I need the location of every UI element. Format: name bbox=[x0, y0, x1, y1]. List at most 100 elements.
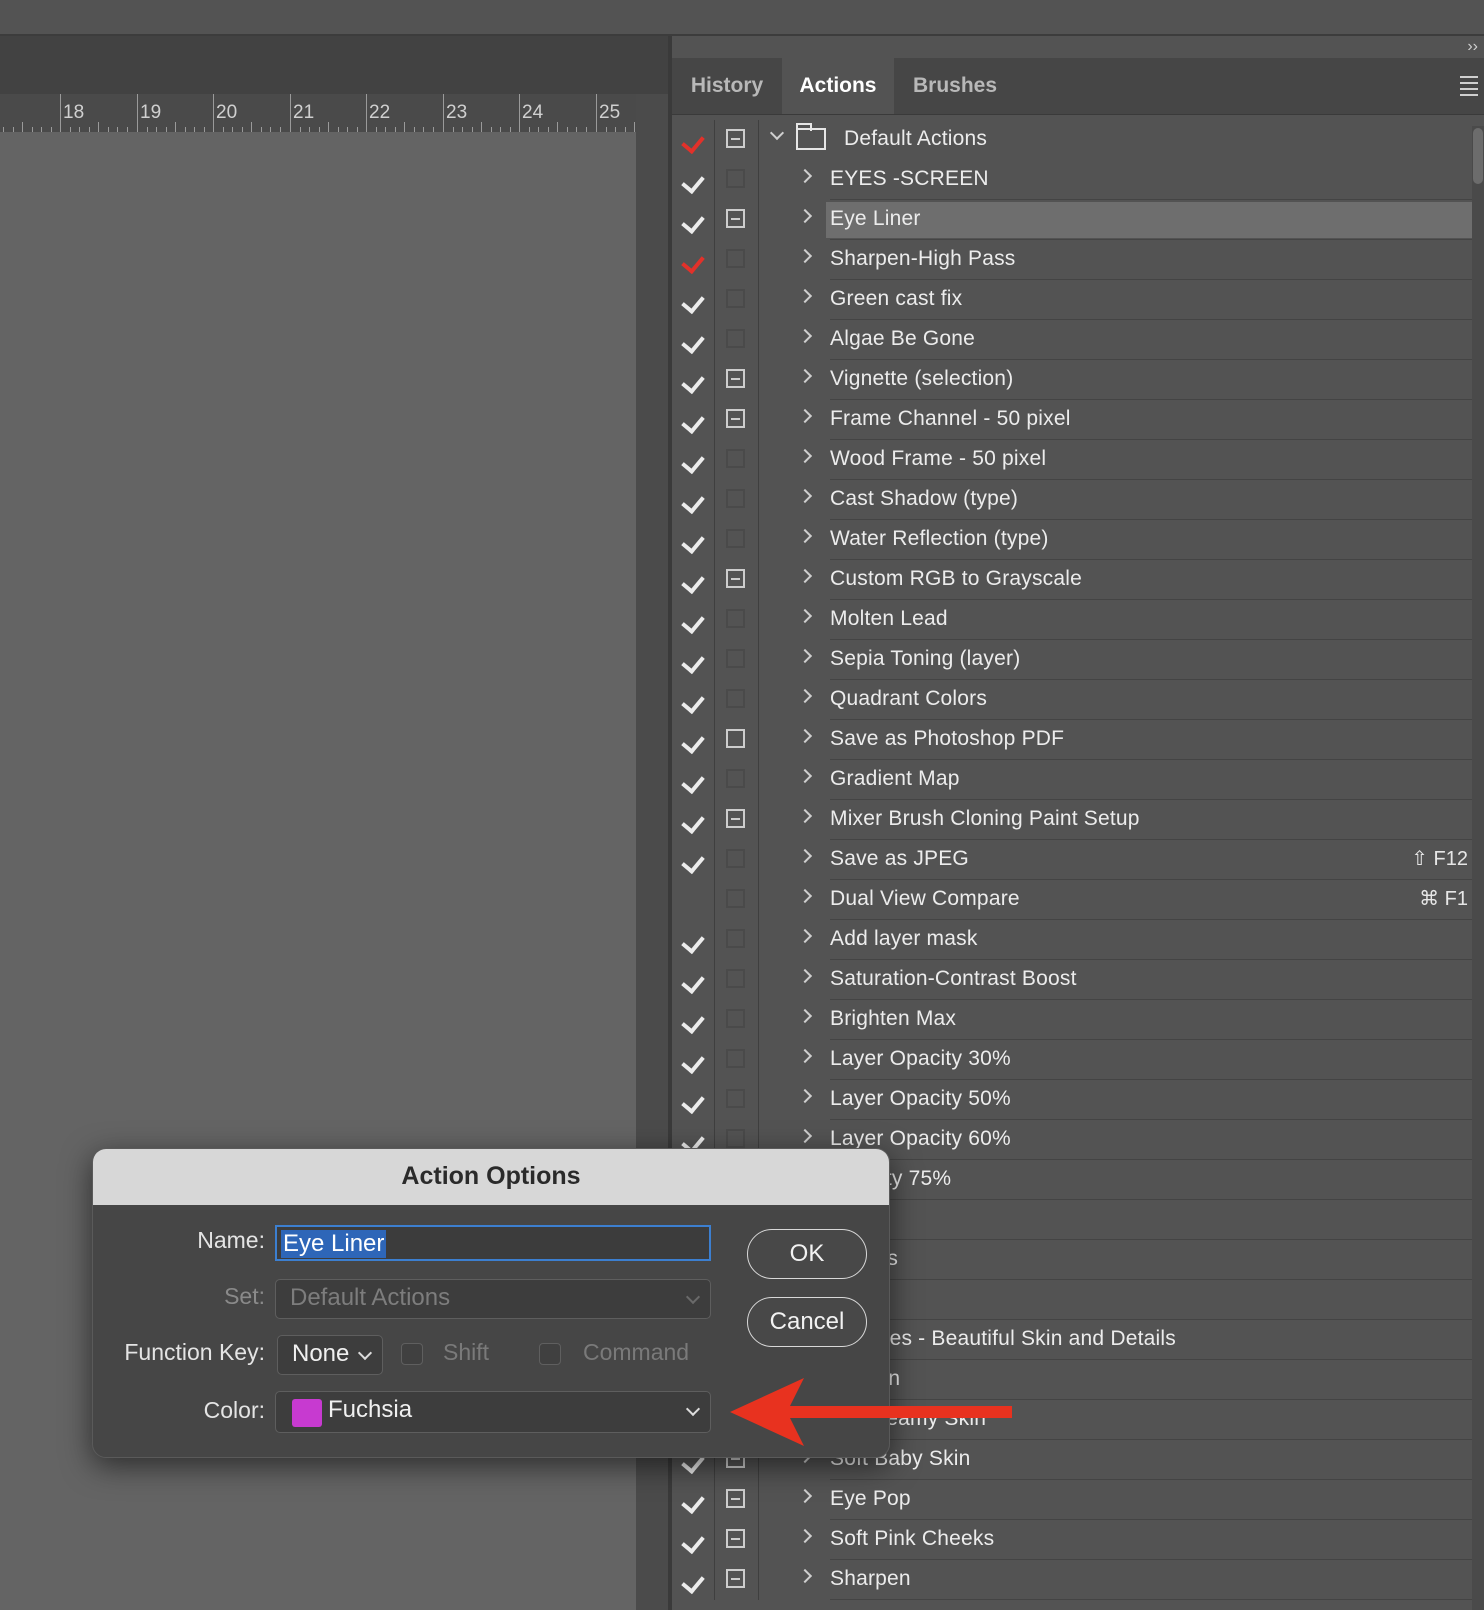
chevron-right-icon[interactable] bbox=[797, 768, 813, 784]
checkmark-icon[interactable] bbox=[681, 1049, 705, 1075]
dialog-toggle-icon[interactable] bbox=[726, 969, 745, 988]
action-row[interactable]: Save as Photoshop PDF bbox=[672, 720, 1472, 760]
dialog-toggle-icon[interactable] bbox=[726, 689, 745, 708]
checkmark-icon[interactable] bbox=[681, 809, 705, 835]
chevron-right-icon[interactable] bbox=[797, 928, 813, 944]
dialog-toggle-icon[interactable] bbox=[726, 809, 745, 828]
dialog-toggle-column[interactable] bbox=[716, 800, 759, 840]
dialog-toggle-icon[interactable] bbox=[726, 889, 745, 908]
action-row[interactable]: Soft Pink Cheeks bbox=[672, 1520, 1472, 1560]
action-row[interactable]: Sharpen bbox=[672, 1560, 1472, 1600]
panel-menu-icon[interactable] bbox=[1460, 76, 1478, 100]
dialog-toggle-icon[interactable] bbox=[726, 1489, 745, 1508]
chevron-right-icon[interactable] bbox=[797, 568, 813, 584]
chevron-right-icon[interactable] bbox=[797, 168, 813, 184]
dialog-toggle-column[interactable] bbox=[716, 120, 759, 160]
chevron-right-icon[interactable] bbox=[797, 488, 813, 504]
dialog-toggle-icon[interactable] bbox=[726, 729, 745, 748]
dialog-toggle-column[interactable] bbox=[716, 760, 759, 800]
name-input[interactable]: Eye Liner bbox=[275, 1225, 711, 1261]
chevron-right-icon[interactable] bbox=[797, 1488, 813, 1504]
dialog-toggle-column[interactable] bbox=[716, 880, 759, 920]
toggle-column[interactable] bbox=[672, 520, 715, 560]
toggle-column[interactable] bbox=[672, 1560, 715, 1600]
dialog-toggle-column[interactable] bbox=[716, 1080, 759, 1120]
tab-actions[interactable]: Actions bbox=[782, 58, 894, 114]
action-row[interactable]: Mixer Brush Cloning Paint Setup bbox=[672, 800, 1472, 840]
dialog-toggle-icon[interactable] bbox=[726, 929, 745, 948]
chevron-right-icon[interactable] bbox=[797, 368, 813, 384]
dialog-toggle-column[interactable] bbox=[716, 920, 759, 960]
dialog-toggle-icon[interactable] bbox=[726, 249, 745, 268]
checkmark-icon[interactable] bbox=[681, 169, 705, 195]
checkmark-icon[interactable] bbox=[681, 849, 705, 875]
toggle-column[interactable] bbox=[672, 880, 715, 920]
shift-checkbox[interactable] bbox=[401, 1343, 423, 1365]
action-row[interactable]: Gradient Map bbox=[672, 760, 1472, 800]
toggle-column[interactable] bbox=[672, 960, 715, 1000]
checkmark-icon[interactable] bbox=[681, 1489, 705, 1515]
chevron-right-icon[interactable] bbox=[797, 1088, 813, 1104]
chevron-right-icon[interactable] bbox=[797, 288, 813, 304]
command-checkbox[interactable] bbox=[539, 1343, 561, 1365]
chevron-right-icon[interactable] bbox=[797, 688, 813, 704]
action-row[interactable]: Water Reflection (type) bbox=[672, 520, 1472, 560]
chevron-right-icon[interactable] bbox=[797, 408, 813, 424]
toggle-column[interactable] bbox=[672, 1480, 715, 1520]
chevron-right-icon[interactable] bbox=[797, 848, 813, 864]
dialog-toggle-column[interactable] bbox=[716, 160, 759, 200]
action-row[interactable]: Eye Pop bbox=[672, 1480, 1472, 1520]
chevron-right-icon[interactable] bbox=[797, 648, 813, 664]
checkmark-icon[interactable] bbox=[681, 289, 705, 315]
dialog-toggle-column[interactable] bbox=[716, 1000, 759, 1040]
chevron-right-icon[interactable] bbox=[797, 1128, 813, 1144]
action-row[interactable]: Quadrant Colors bbox=[672, 680, 1472, 720]
dialog-toggle-icon[interactable] bbox=[726, 329, 745, 348]
toggle-column[interactable] bbox=[672, 280, 715, 320]
chevron-right-icon[interactable] bbox=[797, 328, 813, 344]
checkmark-icon[interactable] bbox=[681, 1529, 705, 1555]
dialog-toggle-column[interactable] bbox=[716, 200, 759, 240]
dialog-toggle-icon[interactable] bbox=[726, 1009, 745, 1028]
chevron-right-icon[interactable] bbox=[797, 728, 813, 744]
action-row[interactable]: Add layer mask bbox=[672, 920, 1472, 960]
action-row[interactable]: Frame Channel - 50 pixel bbox=[672, 400, 1472, 440]
checkmark-icon[interactable] bbox=[681, 1009, 705, 1035]
action-row[interactable]: Sharpen-High Pass bbox=[672, 240, 1472, 280]
dialog-toggle-column[interactable] bbox=[716, 360, 759, 400]
chevron-right-icon[interactable] bbox=[797, 888, 813, 904]
dialog-toggle-column[interactable] bbox=[716, 720, 759, 760]
toggle-column[interactable] bbox=[672, 560, 715, 600]
toggle-column[interactable] bbox=[672, 320, 715, 360]
dialog-toggle-icon[interactable] bbox=[726, 569, 745, 588]
checkmark-icon[interactable] bbox=[681, 1569, 705, 1595]
dialog-toggle-icon[interactable] bbox=[726, 1129, 745, 1148]
checkmark-icon[interactable] bbox=[681, 769, 705, 795]
checkmark-icon[interactable] bbox=[681, 689, 705, 715]
action-row[interactable]: Cast Shadow (type) bbox=[672, 480, 1472, 520]
checkmark-icon[interactable] bbox=[681, 929, 705, 955]
toggle-column[interactable] bbox=[672, 760, 715, 800]
toggle-column[interactable] bbox=[672, 640, 715, 680]
dialog-toggle-icon[interactable] bbox=[726, 649, 745, 668]
chevron-right-icon[interactable] bbox=[797, 968, 813, 984]
scrollbar-thumb[interactable] bbox=[1473, 128, 1483, 184]
dialog-toggle-icon[interactable] bbox=[726, 369, 745, 388]
collapse-panel-icon[interactable]: ›› bbox=[1467, 38, 1478, 56]
action-row[interactable]: Layer Opacity 50% bbox=[672, 1080, 1472, 1120]
toggle-column[interactable] bbox=[672, 120, 715, 160]
toggle-column[interactable] bbox=[672, 800, 715, 840]
toggle-column[interactable] bbox=[672, 160, 715, 200]
toggle-column[interactable] bbox=[672, 1520, 715, 1560]
chevron-right-icon[interactable] bbox=[797, 1048, 813, 1064]
ok-button[interactable]: OK bbox=[747, 1229, 867, 1279]
dialog-toggle-icon[interactable] bbox=[726, 609, 745, 628]
dialog-toggle-column[interactable] bbox=[716, 1520, 759, 1560]
chevron-right-icon[interactable] bbox=[797, 248, 813, 264]
dialog-toggle-icon[interactable] bbox=[726, 449, 745, 468]
dialog-toggle-icon[interactable] bbox=[726, 1529, 745, 1548]
dialog-toggle-icon[interactable] bbox=[726, 169, 745, 188]
dialog-toggle-icon[interactable] bbox=[726, 1049, 745, 1068]
chevron-right-icon[interactable] bbox=[797, 608, 813, 624]
toggle-column[interactable] bbox=[672, 840, 715, 880]
